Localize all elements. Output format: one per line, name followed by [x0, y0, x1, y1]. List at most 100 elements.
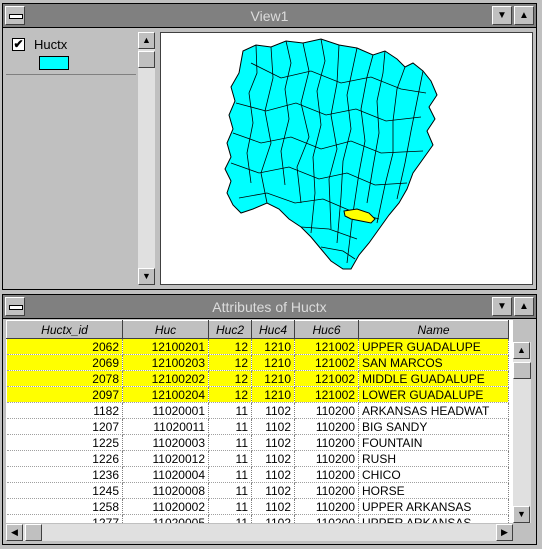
table-cell[interactable]: ARKANSAS HEADWAT: [358, 402, 509, 419]
table-cell[interactable]: 110200: [294, 418, 359, 435]
table-cell[interactable]: 1102: [251, 466, 295, 483]
table-cell[interactable]: 11020011: [122, 418, 209, 435]
table-cell[interactable]: 1225: [6, 434, 123, 451]
layer-visibility-checkbox[interactable]: ✔: [12, 38, 25, 51]
table-cell[interactable]: 1210: [251, 370, 295, 387]
legend-entry[interactable]: ✔ Huctx: [6, 32, 136, 75]
table-cell[interactable]: 11: [208, 514, 252, 523]
map-canvas[interactable]: [160, 32, 533, 285]
table-cell[interactable]: 11020003: [122, 434, 209, 451]
table-cell[interactable]: 110200: [294, 498, 359, 515]
column-header-huc[interactable]: Huc: [122, 320, 209, 339]
table-cell[interactable]: MIDDLE GUADALUPE: [358, 370, 509, 387]
view-title-bar[interactable]: View1 ▼ ▲: [3, 4, 536, 28]
table-cell[interactable]: FOUNTAIN: [358, 434, 509, 451]
table-row[interactable]: 1226 11020012 11 1102 110200 RUSH: [6, 450, 509, 467]
table-cell[interactable]: 1258: [6, 498, 123, 515]
table-scroll-right-button[interactable]: ▶: [496, 524, 513, 541]
table-cell[interactable]: 12100204: [122, 386, 209, 403]
table-cell[interactable]: 11020008: [122, 482, 209, 499]
table-cell[interactable]: 1236: [6, 466, 123, 483]
table-cell[interactable]: 11: [208, 402, 252, 419]
legend-scroll-down-button[interactable]: ▼: [138, 268, 155, 285]
column-header-name[interactable]: Name: [358, 320, 509, 339]
table-cell[interactable]: CHICO: [358, 466, 509, 483]
table-cell[interactable]: 11: [208, 418, 252, 435]
table-cell[interactable]: 121002: [294, 354, 359, 371]
table-cell[interactable]: 1277: [6, 514, 123, 523]
table-cell[interactable]: 110200: [294, 434, 359, 451]
table-scroll-up-button[interactable]: ▲: [513, 342, 530, 359]
table-row[interactable]: 2097 12100204 12 1210 121002 LOWER GUADALUPE: [6, 386, 509, 403]
table-cell[interactable]: 12: [208, 386, 252, 403]
table-cell[interactable]: 2062: [6, 338, 123, 355]
table-cell[interactable]: UPPER ARKANSAS: [358, 498, 509, 515]
table-cell[interactable]: 1102: [251, 450, 295, 467]
table-cell[interactable]: 2097: [6, 386, 123, 403]
table-row[interactable]: 1225 11020003 11 1102 110200 FOUNTAIN: [6, 434, 509, 451]
maximize-button[interactable]: ▲: [514, 297, 534, 316]
table-cell[interactable]: 1102: [251, 402, 295, 419]
table-hscroll-thumb[interactable]: [25, 524, 42, 541]
table-cell[interactable]: 12: [208, 354, 252, 371]
table-cell[interactable]: 11: [208, 450, 252, 467]
table-cell[interactable]: 11020002: [122, 498, 209, 515]
minimize-button[interactable]: ▼: [492, 6, 512, 25]
table-vertical-scrollbar[interactable]: ▲ ▼: [513, 342, 531, 523]
table-cell[interactable]: 110200: [294, 402, 359, 419]
table-cell[interactable]: 121002: [294, 386, 359, 403]
table-cell[interactable]: 11: [208, 498, 252, 515]
table-cell[interactable]: 110200: [294, 466, 359, 483]
table-row[interactable]: 1182 11020001 11 1102 110200 ARKANSAS HEADWAT: [6, 402, 509, 419]
table-title-bar[interactable]: Attributes of Huctx ▼ ▲: [3, 295, 536, 319]
table-cell[interactable]: 110200: [294, 514, 359, 523]
table-cell[interactable]: 12: [208, 338, 252, 355]
table-row[interactable]: 2069 12100203 12 1210 121002 SAN MARCOS: [6, 354, 509, 371]
table-cell[interactable]: 11020012: [122, 450, 209, 467]
minimize-button[interactable]: ▼: [492, 297, 512, 316]
system-menu-button[interactable]: [5, 297, 25, 316]
table-cell[interactable]: 11020004: [122, 466, 209, 483]
table-cell[interactable]: 12100201: [122, 338, 209, 355]
table-cell[interactable]: 11020001: [122, 402, 209, 419]
table-row[interactable]: 2062 12100201 12 1210 121002 UPPER GUADALUPE: [6, 338, 509, 355]
legend-scrollbar[interactable]: ▲ ▼: [138, 32, 155, 285]
table-cell[interactable]: 1226: [6, 450, 123, 467]
maximize-button[interactable]: ▲: [514, 6, 534, 25]
legend-scroll-up-button[interactable]: ▲: [138, 32, 155, 49]
column-header-huc6[interactable]: Huc6: [294, 320, 359, 339]
table-cell[interactable]: 12100202: [122, 370, 209, 387]
table-horizontal-scrollbar[interactable]: ◀ ▶: [6, 524, 513, 541]
table-cell[interactable]: 1210: [251, 338, 295, 355]
table-cell[interactable]: 11: [208, 482, 252, 499]
table-cell[interactable]: 1210: [251, 354, 295, 371]
table-cell[interactable]: UPPER GUADALUPE: [358, 338, 509, 355]
table-cell[interactable]: 1102: [251, 482, 295, 499]
table-cell[interactable]: 11: [208, 434, 252, 451]
column-header-huc4[interactable]: Huc4: [251, 320, 295, 339]
table-cell[interactable]: 2078: [6, 370, 123, 387]
table-cell[interactable]: 11: [208, 466, 252, 483]
table-cell[interactable]: 121002: [294, 370, 359, 387]
table-cell[interactable]: 110200: [294, 482, 359, 499]
table-cell[interactable]: 1102: [251, 418, 295, 435]
table-cell[interactable]: 12: [208, 370, 252, 387]
table-cell[interactable]: UPPER ARKANSAS: [358, 514, 509, 523]
table-cell[interactable]: 1182: [6, 402, 123, 419]
table-cell[interactable]: 121002: [294, 338, 359, 355]
system-menu-button[interactable]: [5, 6, 25, 25]
table-row[interactable]: 1258 11020002 11 1102 110200 UPPER ARKANSAS: [6, 498, 509, 515]
table-cell[interactable]: 1102: [251, 498, 295, 515]
column-header-huctx-id[interactable]: Huctx_id: [6, 320, 123, 339]
table-scroll-down-button[interactable]: ▼: [513, 506, 530, 523]
table-cell[interactable]: 11020005: [122, 514, 209, 523]
table-cell[interactable]: BIG SANDY: [358, 418, 509, 435]
legend-scroll-thumb[interactable]: [138, 51, 155, 68]
table-cell[interactable]: RUSH: [358, 450, 509, 467]
table-cell[interactable]: 1102: [251, 514, 295, 523]
table-row[interactable]: 1277 11020005 11 1102 110200 UPPER ARKANSAS: [6, 514, 509, 523]
table-cell[interactable]: 110200: [294, 450, 359, 467]
table-vscroll-thumb[interactable]: [513, 362, 531, 379]
table-cell[interactable]: 2069: [6, 354, 123, 371]
table-row[interactable]: 1207 11020011 11 1102 110200 BIG SANDY: [6, 418, 509, 435]
